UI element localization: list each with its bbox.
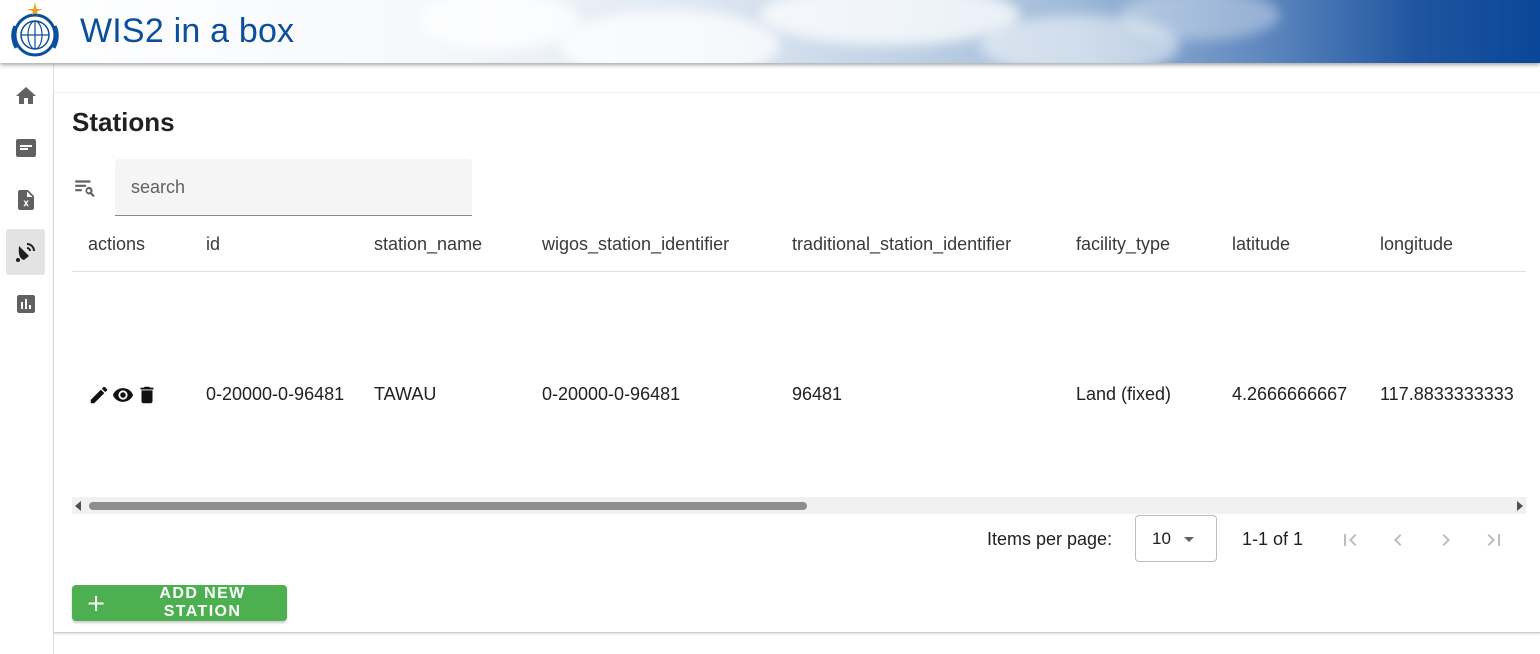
cell-station-name: TAWAU (374, 384, 437, 404)
sidebar-item-messages[interactable] (6, 125, 45, 171)
stations-card: Stations actions id station_name wigos_s… (54, 92, 1540, 633)
message-icon (15, 139, 36, 157)
sidebar-item-monitoring[interactable] (6, 281, 45, 327)
column-header-wigos-station-identifier[interactable]: wigos_station_identifier (542, 234, 729, 255)
app-title: WIS2 in a box (80, 12, 295, 50)
scroll-right-arrow[interactable] (1517, 501, 1523, 511)
view-icon[interactable] (112, 383, 134, 407)
home-icon (15, 87, 36, 104)
first-page-button[interactable] (1336, 526, 1364, 554)
edit-icon[interactable] (88, 383, 110, 407)
chevron-left-icon (1394, 534, 1402, 546)
column-header-longitude[interactable]: longitude (1380, 234, 1453, 255)
column-header-facility-type[interactable]: facility_type (1076, 234, 1170, 255)
cell-latitude: 4.2666666667 (1232, 384, 1348, 404)
last-page-button[interactable] (1480, 526, 1508, 554)
plus-icon: + (86, 589, 107, 617)
add-new-station-label: ADD NEW STATION (159, 585, 246, 620)
delete-icon[interactable] (136, 383, 158, 407)
first-page-icon (1344, 534, 1357, 546)
paginator-range-label: 1-1 of 1 (1242, 529, 1304, 549)
horizontal-scrollbar[interactable] (72, 497, 1526, 514)
column-header-latitude[interactable]: latitude (1232, 234, 1290, 255)
cell-id: 0-20000-0-96481 (206, 384, 345, 404)
cell-facility-type: Land (fixed) (1076, 384, 1172, 404)
next-page-button[interactable] (1432, 526, 1460, 554)
sidebar (0, 63, 54, 654)
previous-page-button[interactable] (1384, 526, 1412, 554)
scroll-left-arrow[interactable] (75, 501, 81, 511)
last-page-icon (1487, 534, 1500, 546)
filter-search-icon (72, 175, 98, 201)
satellite-dish-icon (15, 243, 35, 262)
sidebar-item-stations[interactable] (6, 229, 45, 275)
sidebar-item-home[interactable] (6, 73, 45, 119)
column-header-id[interactable]: id (206, 234, 220, 255)
items-per-page-label: Items per page: (987, 529, 1113, 549)
scrollbar-thumb[interactable] (89, 502, 807, 510)
wmo-logo (11, 2, 59, 57)
table-header-divider (72, 271, 1526, 272)
add-new-station-button[interactable]: + ADD NEW STATION (72, 585, 287, 621)
cell-wigos-station-identifier: 0-20000-0-96481 (542, 384, 681, 404)
app-header: WIS2 in a box (0, 0, 1540, 63)
csv-file-icon (17, 190, 34, 210)
column-header-traditional-station-identifier[interactable]: traditional_station_identifier (792, 234, 1011, 255)
items-per-page-select[interactable]: 10 (1135, 515, 1217, 562)
page-title: Stations (72, 107, 175, 137)
search-input[interactable] (131, 177, 451, 198)
dropdown-caret-icon (1184, 537, 1194, 542)
search-field[interactable] (115, 159, 472, 216)
cell-longitude: 117.8833333333 (1380, 384, 1514, 404)
sidebar-item-csv[interactable] (6, 177, 45, 223)
bar-chart-icon (16, 295, 35, 313)
items-per-page-value: 10 (1152, 529, 1171, 548)
row-actions (88, 383, 158, 407)
column-header-actions[interactable]: actions (88, 234, 145, 255)
chevron-right-icon (1442, 534, 1450, 546)
column-header-station-name[interactable]: station_name (374, 234, 482, 255)
cell-traditional-station-identifier: 96481 (792, 384, 843, 404)
